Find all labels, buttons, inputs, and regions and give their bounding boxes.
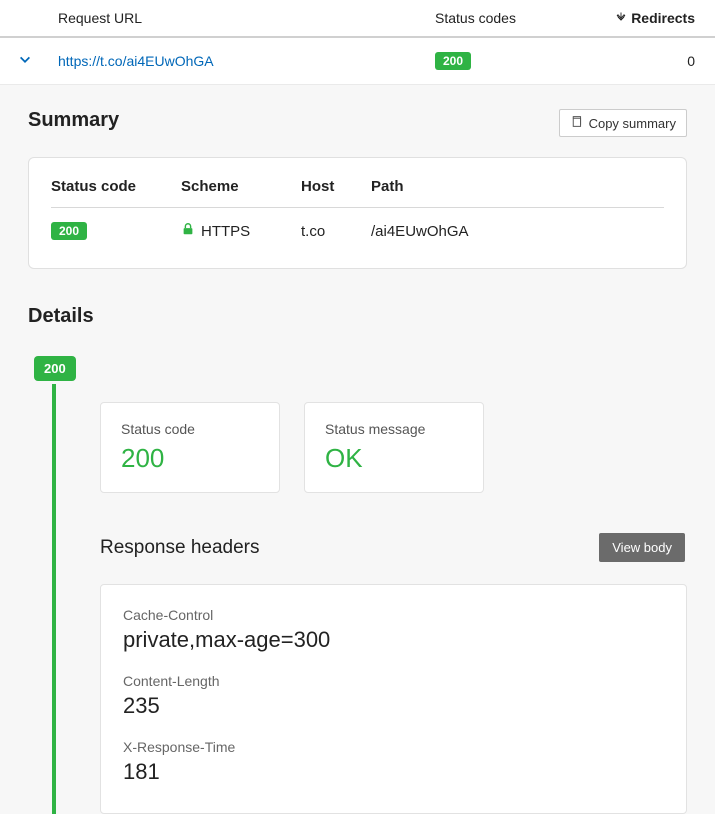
status-message-label: Status message	[325, 421, 463, 437]
header-value: private,max-age=300	[123, 627, 664, 653]
lock-icon	[181, 222, 195, 240]
table-row[interactable]: https://t.co/ai4EUwOhGA 200 0	[0, 38, 715, 85]
header-item: X-Response-Time 181	[123, 739, 664, 785]
summary-head-status: Status code	[51, 178, 181, 195]
summary-head-path: Path	[371, 178, 664, 195]
summary-path-value: /ai4EUwOhGA	[371, 223, 664, 240]
summary-head-scheme: Scheme	[181, 178, 301, 195]
status-code-card: Status code 200	[100, 402, 280, 493]
status-message-value: OK	[325, 443, 463, 474]
header-label: X-Response-Time	[123, 739, 664, 755]
status-code-label: Status code	[121, 421, 259, 437]
details-title: Details	[28, 305, 687, 328]
redirects-value: 0	[605, 53, 715, 69]
header-item: Content-Length 235	[123, 673, 664, 719]
col-redirects[interactable]: Redirects	[605, 10, 715, 26]
col-status-codes[interactable]: Status codes	[435, 10, 605, 26]
col-redirects-label: Redirects	[631, 10, 695, 26]
table-header: Request URL Status codes Redirects	[0, 0, 715, 38]
summary-host-value: t.co	[301, 223, 371, 240]
copy-icon	[570, 115, 583, 131]
summary-card: Status code Scheme Host Path 200 HTTPS t…	[28, 157, 687, 269]
header-label: Content-Length	[123, 673, 664, 689]
summary-scheme-value: HTTPS	[201, 223, 250, 240]
header-value: 235	[123, 693, 664, 719]
summary-title: Summary	[28, 109, 119, 132]
response-headers-title: Response headers	[100, 537, 260, 559]
header-item: Cache-Control private,max-age=300	[123, 607, 664, 653]
summary-head-host: Host	[301, 178, 371, 195]
summary-status-badge: 200	[51, 222, 87, 240]
status-badge: 200	[435, 52, 471, 70]
header-value: 181	[123, 759, 664, 785]
status-code-value: 200	[121, 443, 259, 474]
request-url-link[interactable]: https://t.co/ai4EUwOhGA	[58, 53, 214, 69]
header-label: Cache-Control	[123, 607, 664, 623]
status-message-card: Status message OK	[304, 402, 484, 493]
timeline-status-badge: 200	[34, 356, 76, 381]
copy-summary-label: Copy summary	[589, 116, 676, 131]
response-headers-card: Cache-Control private,max-age=300 Conten…	[100, 584, 687, 814]
col-request-url[interactable]: Request URL	[50, 10, 435, 26]
timeline-line	[52, 384, 56, 814]
expand-toggle[interactable]	[0, 53, 50, 70]
view-body-button[interactable]: View body	[599, 533, 685, 562]
copy-summary-button[interactable]: Copy summary	[559, 109, 687, 137]
sort-down-icon	[615, 10, 627, 26]
